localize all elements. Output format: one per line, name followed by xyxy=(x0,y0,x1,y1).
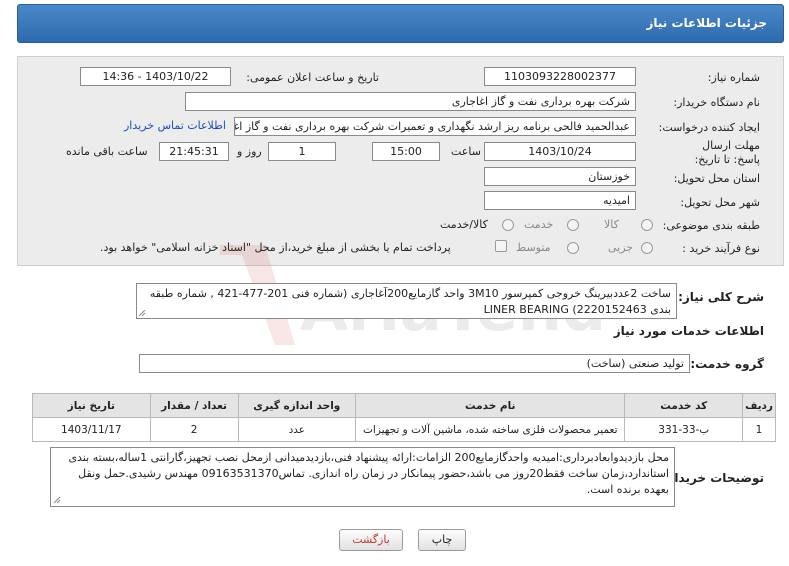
process-type-label: نوع فرآیند خرید : xyxy=(682,242,760,255)
buyer-notes-label: توضیحات خریدار: xyxy=(662,471,764,485)
remaining-label: ساعت باقی مانده xyxy=(66,145,148,158)
announce-date-field: 1403/10/22 - 14:36 xyxy=(80,67,231,86)
city-field: امیدیه xyxy=(484,191,636,210)
deadline-date-field: 1403/10/24 xyxy=(484,142,636,161)
city-label: شهر محل تحویل: xyxy=(680,196,760,209)
province-field: خوزستان xyxy=(484,167,636,186)
table-row: 1 ب-33-331 تعمیر محصولات فلزی ساخته شده،… xyxy=(32,417,776,442)
summary-label: شرح کلی نیاز: xyxy=(678,290,764,304)
col-date-header: تاریخ نیاز xyxy=(32,393,151,418)
announce-date-label: تاریخ و ساعت اعلان عمومی: xyxy=(246,71,379,84)
summary-textarea: ساخت 2عددبیرینگ خروجی کمپرسور 3M10 واحد … xyxy=(136,283,677,319)
days-label: روز و xyxy=(237,145,262,158)
category-label: طبقه بندی موضوعی: xyxy=(662,219,760,232)
deadline-time-field: 15:00 xyxy=(372,142,440,161)
creator-field: عبدالحمید فالحی برنامه ریز ارشد نگهداری … xyxy=(234,117,636,136)
services-table: ردیف کد خدمت نام خدمت واحد اندازه گیری ت… xyxy=(32,393,776,442)
resize-grip-icon[interactable] xyxy=(53,496,61,504)
col-row-header: ردیف xyxy=(742,393,776,418)
province-label: استان محل تحویل: xyxy=(673,172,760,185)
resize-grip-icon[interactable] xyxy=(138,309,146,317)
buyer-org-field: شرکت بهره برداری نفت و گاز اغاجاری xyxy=(185,92,636,111)
process-minor-label: جزیی xyxy=(608,241,634,254)
need-number-field: 1103093228002377 xyxy=(484,67,636,86)
category-goods-radio[interactable] xyxy=(641,219,653,231)
deadline-time-label: ساعت xyxy=(451,145,481,158)
category-service-label: خدمت xyxy=(524,218,554,231)
col-name-header: نام خدمت xyxy=(355,393,626,418)
treasury-checkbox[interactable] xyxy=(495,240,507,252)
service-quantity: 2 xyxy=(149,417,239,442)
remaining-time-field: 21:45:31 xyxy=(159,142,229,161)
col-code-header: کد خدمت xyxy=(624,393,744,418)
buyer-notes-textarea: محل بازدیدوابعادبرداری:امیدیه واحدگازمای… xyxy=(50,447,675,507)
need-number-label: شماره نیاز: xyxy=(707,71,760,84)
category-goods-label: کالا xyxy=(604,218,619,231)
print-button[interactable]: چاپ xyxy=(418,529,466,551)
need-details-panel xyxy=(17,56,784,266)
service-code: ب-33-331 xyxy=(624,417,744,442)
service-need-date: 1403/11/17 xyxy=(32,417,151,442)
process-medium-label: متوسط xyxy=(516,241,551,254)
category-goods-service-label: کالا/خدمت xyxy=(440,218,488,231)
page-title: جزئیات اطلاعات نیاز xyxy=(646,16,767,30)
service-name: تعمیر محصولات فلزی ساخته شده، ماشین آلات… xyxy=(355,417,626,442)
services-section-title: اطلاعات خدمات مورد نیاز xyxy=(613,324,764,338)
service-group-label: گروه خدمت: xyxy=(690,357,764,371)
process-medium-radio[interactable] xyxy=(567,242,579,254)
service-unit: عدد xyxy=(237,417,357,442)
category-goods-service-radio[interactable] xyxy=(502,219,514,231)
table-header-row: ردیف کد خدمت نام خدمت واحد اندازه گیری ت… xyxy=(32,393,776,418)
treasury-note: پرداخت تمام یا بخشی از مبلغ خرید،از محل … xyxy=(100,241,451,254)
col-unit-header: واحد اندازه گیری xyxy=(237,393,357,418)
row-number: 1 xyxy=(742,417,776,442)
creator-label: ایجاد کننده درخواست: xyxy=(658,121,760,134)
buyer-org-label: نام دستگاه خریدار: xyxy=(673,96,760,109)
process-minor-radio[interactable] xyxy=(641,242,653,254)
col-qty-header: تعداد / مقدار xyxy=(149,393,239,418)
back-button[interactable]: بازگشت xyxy=(339,529,403,551)
buyer-contact-link[interactable]: اطلاعات تماس خریدار xyxy=(124,119,226,132)
service-group-field: تولید صنعتی (ساخت) xyxy=(139,354,690,373)
category-service-radio[interactable] xyxy=(567,219,579,231)
remaining-days-field: 1 xyxy=(268,142,336,161)
page-header: جزئیات اطلاعات نیاز xyxy=(17,4,784,43)
deadline-label: مهلت ارسال پاسخ: تا تاریخ: xyxy=(694,139,760,166)
